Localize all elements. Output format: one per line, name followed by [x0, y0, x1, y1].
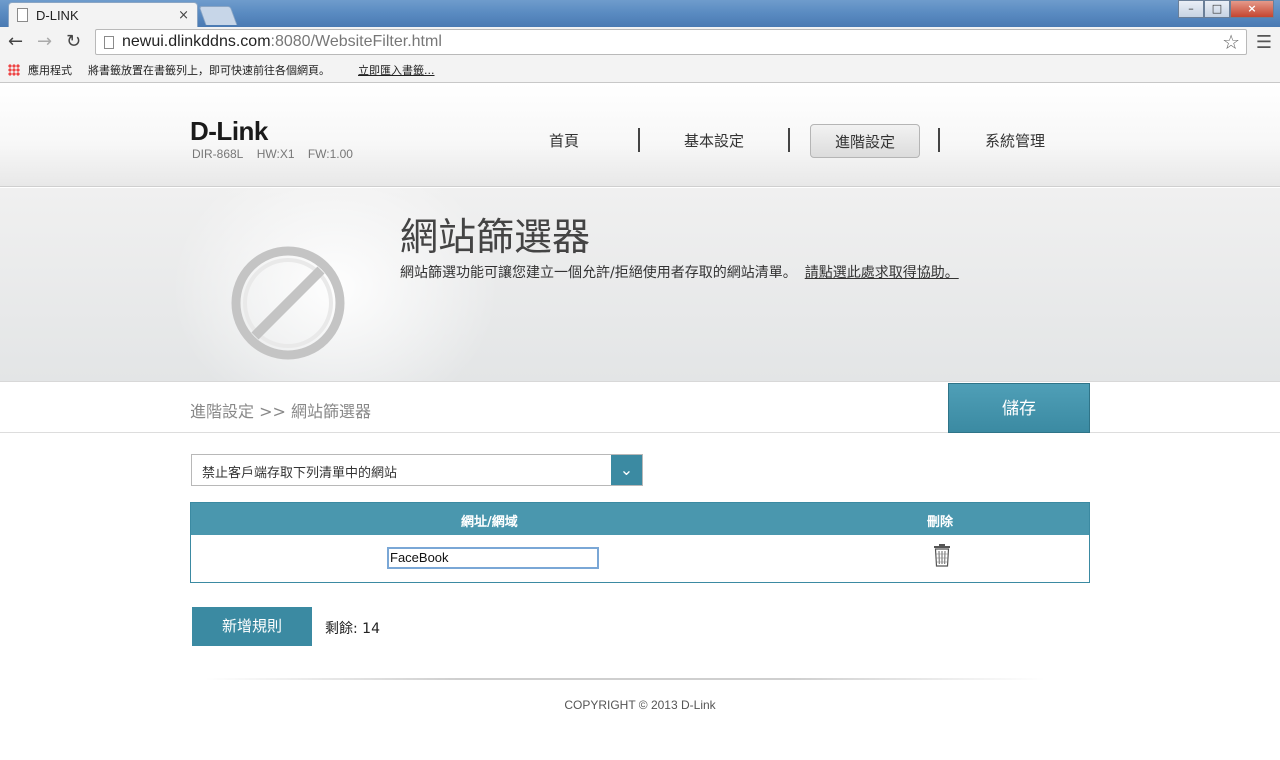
browser-tab[interactable]: D-LINK × — [8, 2, 198, 27]
close-window-button[interactable]: × — [1230, 0, 1274, 18]
new-tab-button[interactable] — [198, 6, 238, 25]
rules-table: 網址/網域 刪除 FaceBook — [190, 502, 1090, 583]
rules-table-header: 網址/網域 刪除 — [191, 503, 1089, 535]
copyright: COPYRIGHT © 2013 D-Link — [564, 698, 716, 712]
apps-grid-icon[interactable] — [8, 64, 20, 76]
fw-version: FW:1.00 — [307, 147, 353, 161]
reload-icon[interactable]: ↻ — [66, 31, 81, 53]
minimize-button[interactable]: – — [1178, 0, 1204, 18]
breadcrumb-bar: 進階設定 >> 網站篩選器 儲存 — [0, 383, 1280, 433]
footer-divider — [205, 678, 1045, 680]
nav-management[interactable]: 系統管理 — [960, 124, 1070, 158]
router-header: D-Link DIR-868L HW:X1 FW:1.00 首頁 基本設定 進階… — [0, 84, 1280, 187]
browser-titlebar: D-LINK × – □ × — [0, 0, 1280, 27]
bookmark-apps[interactable]: 應用程式 — [28, 62, 72, 78]
chevron-down-icon[interactable]: ⌄ — [611, 455, 642, 485]
page-icon — [17, 8, 28, 22]
tab-title: D-LINK — [36, 7, 79, 23]
nav-separator — [788, 128, 790, 152]
browser-menu-icon[interactable]: ☰ — [1256, 32, 1272, 53]
column-header-delete: 刪除 — [927, 515, 954, 530]
filter-mode-value: 禁止客戶端存取下列清單中的網站 — [202, 466, 398, 481]
dlink-logo: D-Link — [190, 116, 268, 146]
table-row: FaceBook — [191, 535, 1089, 582]
help-link[interactable]: 請點選此處求取得協助。 — [805, 265, 959, 281]
browser-toolbar: ← → ↻ newui.dlinkddns.com:8080/WebsiteFi… — [0, 27, 1280, 58]
page-description: 網站篩選功能可讓您建立一個允許/拒絕使用者存取的網站清單。 請點選此處求取得協助。 — [400, 262, 959, 282]
nav-separator — [638, 128, 640, 152]
bookmark-star-icon[interactable]: ☆ — [1222, 30, 1240, 54]
url-host: newui.dlinkddns.com — [122, 33, 271, 50]
nav-advanced-settings[interactable]: 進階設定 — [810, 124, 920, 158]
back-arrow-icon[interactable]: ← — [8, 31, 23, 53]
nav-basic-settings[interactable]: 基本設定 — [659, 124, 769, 158]
nav-home[interactable]: 首頁 — [509, 124, 619, 158]
forward-arrow-icon[interactable]: → — [37, 31, 52, 53]
filter-mode-select[interactable]: 禁止客戶端存取下列清單中的網站 ⌄ — [191, 454, 643, 486]
url-text: newui.dlinkddns.com:8080/WebsiteFilter.h… — [122, 33, 442, 51]
remaining-count: 剩餘: 14 — [325, 621, 380, 637]
url-input[interactable]: FaceBook — [387, 547, 599, 569]
prohibited-icon — [231, 246, 345, 360]
maximize-button[interactable]: □ — [1204, 0, 1230, 18]
breadcrumb: 進階設定 >> 網站篩選器 — [190, 402, 371, 421]
address-bar[interactable]: newui.dlinkddns.com:8080/WebsiteFilter.h… — [95, 29, 1247, 55]
page-banner: 網站篩選器 網站篩選功能可讓您建立一個允許/拒絕使用者存取的網站清單。 請點選此處… — [0, 188, 1280, 382]
save-button[interactable]: 儲存 — [948, 383, 1090, 433]
add-rule-button[interactable]: 新增規則 — [192, 607, 312, 646]
column-header-url: 網址/網域 — [461, 515, 518, 530]
window-controls: – □ × — [1178, 0, 1274, 18]
trash-icon[interactable] — [933, 544, 951, 567]
bookmarks-hint: 將書籤放置在書籤列上，即可快速前往各個網頁。 — [88, 64, 330, 77]
hw-version: HW:X1 — [256, 147, 295, 161]
bookmarks-bar: 應用程式 將書籤放置在書籤列上，即可快速前往各個網頁。 立即匯入書籤... — [0, 58, 1280, 83]
page-title: 網站篩選器 — [400, 215, 591, 259]
import-bookmarks-link[interactable]: 立即匯入書籤... — [358, 62, 435, 78]
device-info: DIR-868L HW:X1 FW:1.00 — [192, 147, 363, 161]
model-name: DIR-868L — [192, 147, 244, 161]
description-text: 網站篩選功能可讓您建立一個允許/拒絕使用者存取的網站清單。 — [400, 265, 797, 281]
tab-close-icon[interactable]: × — [178, 8, 189, 23]
nav-separator — [938, 128, 940, 152]
page-icon — [104, 35, 114, 49]
url-path: :8080/WebsiteFilter.html — [270, 33, 442, 50]
